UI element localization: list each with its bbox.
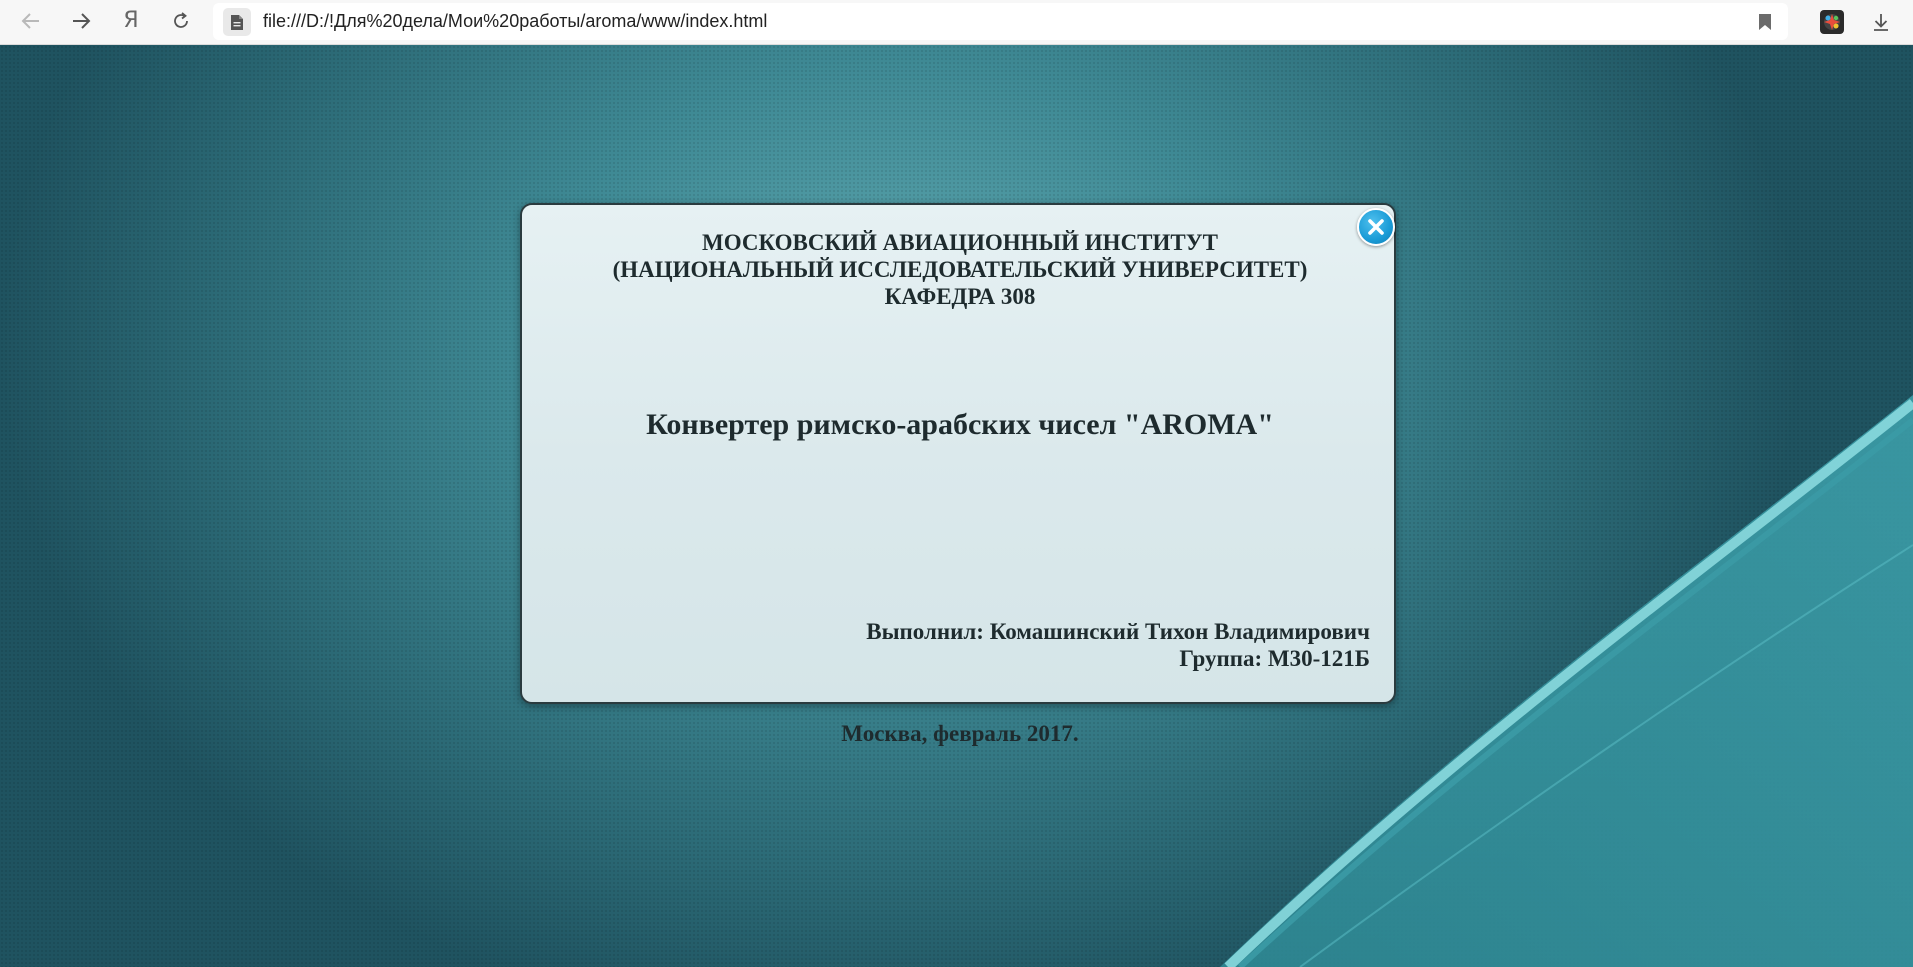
institute-header: МОСКОВСКИЙ АВИАЦИОННЫЙ ИНСТИТУТ (НАЦИОНА… — [522, 229, 1398, 310]
arrow-right-icon — [73, 13, 91, 29]
yandex-button[interactable]: Я — [112, 4, 150, 38]
download-button[interactable] — [1866, 8, 1896, 36]
forward-button[interactable] — [62, 4, 100, 38]
page-viewport: МОСКОВСКИЙ АВИАЦИОННЫЙ ИНСТИТУТ (НАЦИОНА… — [0, 45, 1913, 967]
back-button[interactable] — [12, 4, 50, 38]
file-icon[interactable] — [223, 8, 251, 36]
arrow-left-icon — [21, 13, 39, 29]
url-text[interactable]: file:///D:/!Для%20дела/Мои%20работы/arom… — [263, 3, 767, 40]
department-name: КАФЕДРА 308 — [884, 284, 1036, 309]
extension-icon — [1820, 10, 1844, 34]
reload-icon — [174, 12, 188, 28]
project-title: Конвертер римско-арабских чисел "AROMA" — [646, 408, 1274, 441]
bookmark-button[interactable] — [1754, 11, 1776, 33]
institute-subtitle: (НАЦИОНАЛЬНЫЙ ИССЛЕДОВАТЕЛЬСКИЙ УНИВЕРСИ… — [612, 257, 1308, 282]
browser-toolbar: Я file:///D:/!Для%20дела/Мои%20работы/ar… — [0, 0, 1913, 45]
reload-button[interactable] — [162, 4, 200, 38]
address-bar[interactable]: file:///D:/!Для%20дела/Мои%20работы/arom… — [213, 3, 1788, 40]
extension-button[interactable] — [1817, 8, 1847, 36]
author-line: Выполнил: Комашинский Тихон Владимирович — [866, 619, 1370, 644]
download-icon — [1874, 14, 1888, 31]
title-card: МОСКОВСКИЙ АВИАЦИОННЫЙ ИНСТИТУТ (НАЦИОНА… — [520, 203, 1398, 746]
group-line: Группа: М30-121Б — [1179, 646, 1370, 671]
institute-name: МОСКОВСКИЙ АВИАЦИОННЫЙ ИНСТИТУТ — [702, 230, 1218, 255]
city-date: Москва, февраль 2017. — [841, 721, 1079, 746]
yandex-label: Я — [123, 8, 139, 33]
bookmark-icon — [1759, 14, 1771, 30]
author-block: Выполнил: Комашинский Тихон Владимирович… — [866, 618, 1370, 672]
